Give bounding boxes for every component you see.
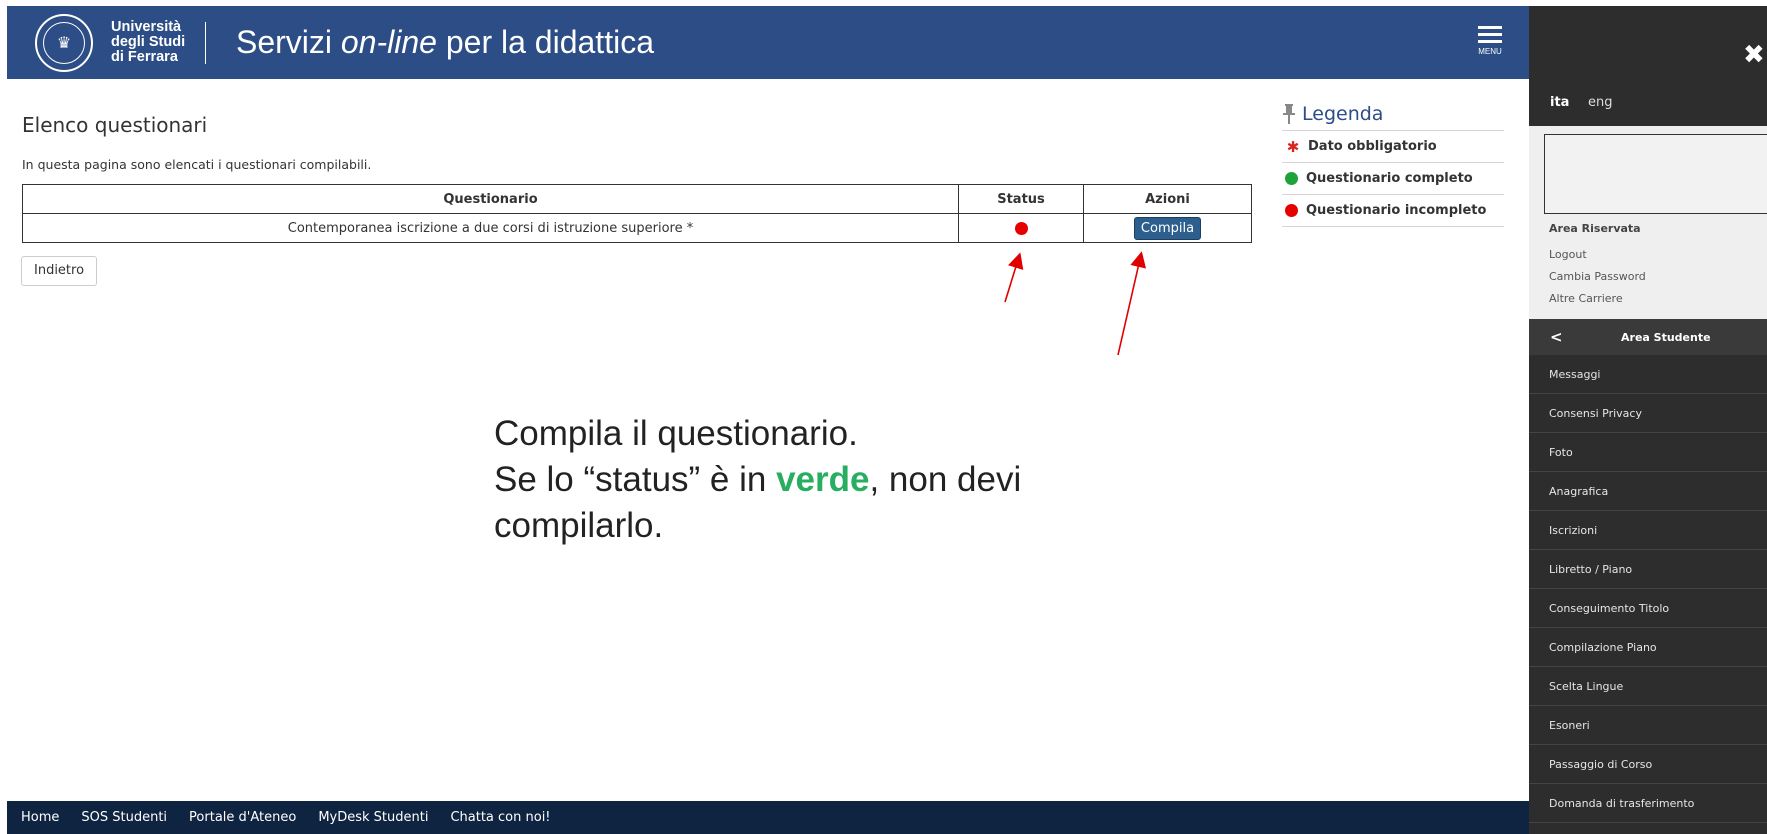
uni-name-line-3: di Ferrara (111, 49, 178, 65)
sidebar-item-conseguimento-titolo[interactable]: Conseguimento Titolo (1529, 589, 1767, 628)
pin-icon (1283, 104, 1295, 124)
instruction-highlight: verde (776, 460, 870, 499)
sidebar-item-label: Iscrizioni (1549, 523, 1598, 537)
close-icon[interactable]: ✖ (1743, 40, 1765, 70)
page-description: In questa pagina sono elencati i questio… (22, 157, 372, 172)
questionnaire-table: Questionario Status Azioni Contemporanea… (22, 184, 1252, 243)
back-button[interactable]: Indietro (21, 256, 98, 286)
legend-header: Legenda (1282, 98, 1504, 130)
sidebar-item-label: Conseguimento Titolo (1549, 601, 1670, 615)
footer-link-chatta[interactable]: Chatta con noi! (450, 810, 550, 825)
status-cell (958, 213, 1084, 243)
arrow-to-status (1004, 252, 1024, 303)
area-studente-title: Area Studente (1621, 330, 1711, 344)
legend-item-label: Questionario completo (1306, 171, 1473, 186)
sidebar-item-compilazione-piano[interactable]: Compilazione Piano (1529, 628, 1767, 667)
hamburger-icon-bar (1478, 40, 1502, 43)
compila-button[interactable]: Compila (1133, 216, 1202, 240)
sidebar-item-messaggi[interactable]: Messaggi (1529, 355, 1767, 394)
hamburger-icon-bar (1478, 33, 1502, 36)
lang-eng-link[interactable]: eng (1588, 95, 1613, 110)
page-title: Elenco questionari (22, 113, 208, 137)
table-row: Contemporanea iscrizione a due corsi di … (22, 213, 1252, 243)
legend-item-required: ✱ Dato obbligatorio (1282, 130, 1504, 162)
site-title-suffix: per la didattica (436, 24, 654, 60)
change-password-link[interactable]: Cambia Password (1549, 270, 1646, 283)
other-careers-link[interactable]: Altre Carriere (1549, 292, 1623, 305)
lang-ita-link[interactable]: ita (1550, 95, 1569, 110)
asterisk-icon: ✱ (1286, 137, 1300, 156)
sidebar-item-label: Libretto / Piano (1549, 562, 1633, 576)
sidebar-item-foto[interactable]: Foto (1529, 433, 1767, 472)
green-dot-icon (1285, 172, 1298, 185)
reserved-area-title: Area Riservata (1549, 222, 1641, 235)
site-title-prefix: Servizi (236, 24, 341, 60)
column-header-questionario: Questionario (22, 184, 959, 214)
questionnaire-name: Contemporanea iscrizione a due corsi di … (22, 213, 959, 243)
side-menu-panel: ✖ ita eng Area Riservata Logout Cambia P… (1529, 6, 1767, 834)
hamburger-icon (1478, 26, 1502, 29)
sidebar-item-label: Compilazione Piano (1549, 640, 1657, 654)
column-header-azioni: Azioni (1083, 184, 1252, 214)
uni-name-line-2: degli Studi (111, 34, 186, 50)
arrow-to-compila (1117, 251, 1147, 356)
sidebar-item-label: Passaggio di Corso (1549, 757, 1653, 771)
sidebar-item-scelta-lingue[interactable]: Scelta Lingue (1529, 667, 1767, 706)
header-divider (205, 22, 206, 64)
instruction-line-2-end: , non devi (869, 460, 1022, 499)
reserved-area-section: Area Riservata Logout Cambia Password Al… (1529, 126, 1767, 319)
table-header-row: Questionario Status Azioni (22, 184, 1252, 214)
sidebar-item-label: Foto (1549, 445, 1573, 459)
sidebar-item-iscrizioni[interactable]: Iscrizioni (1529, 511, 1767, 550)
legend-item-incomplete: Questionario incompleto (1282, 194, 1504, 227)
sidebar-item-passaggio-corso[interactable]: Passaggio di Corso (1529, 745, 1767, 784)
sidebar-item-consensi-privacy[interactable]: Consensi Privacy (1529, 394, 1767, 433)
footer-link-mydesk-studenti[interactable]: MyDesk Studenti (318, 810, 428, 825)
status-red-dot-icon (1014, 221, 1028, 235)
crown-icon: ♛ (43, 22, 85, 64)
actions-cell: Compila (1083, 213, 1252, 243)
sidebar-item-label: Messaggi (1549, 367, 1601, 381)
university-name: Università degli Studi di Ferrara (111, 20, 185, 65)
sidebar-item-domanda-trasferimento[interactable]: Domanda di trasferimento (1529, 784, 1767, 823)
sidebar-item-label: Domanda di trasferimento (1549, 796, 1695, 810)
user-info-box (1544, 134, 1767, 214)
column-header-status: Status (958, 184, 1084, 214)
instruction-note: Compila il questionario. Se lo “status” … (494, 411, 1021, 549)
footer-bar: Home SOS Studenti Portale d'Ateneo MyDes… (7, 801, 1529, 834)
sidebar-item-label: Esoneri (1549, 718, 1590, 732)
legend-panel: Legenda ✱ Dato obbligatorio Questionario… (1282, 98, 1504, 227)
header-bar: ♛ Università degli Studi di Ferrara Serv… (7, 6, 1529, 79)
uni-name-line-1: Università (111, 19, 182, 35)
footer-link-portale-ateneo[interactable]: Portale d'Ateneo (189, 810, 296, 825)
footer-link-home[interactable]: Home (21, 810, 59, 825)
area-studente-header[interactable]: < Area Studente (1529, 319, 1767, 355)
side-menu-top: ✖ ita eng (1529, 6, 1767, 126)
logout-link[interactable]: Logout (1549, 248, 1587, 261)
legend-title: Legenda (1302, 103, 1384, 125)
sidebar-item-label: Anagrafica (1549, 484, 1609, 498)
menu-label: MENU (1478, 47, 1502, 56)
sidebar-item-label: Scelta Lingue (1549, 679, 1624, 693)
menu-button[interactable]: MENU (1474, 26, 1506, 66)
site-title: Servizi on-line per la didattica (236, 24, 654, 61)
legend-item-label: Questionario incompleto (1306, 203, 1487, 218)
instruction-line-2: Se lo “status” è in verde, non devi (494, 457, 1021, 503)
instruction-line-2-start: Se lo “status” è in (494, 460, 777, 499)
instruction-line-1: Compila il questionario. (494, 414, 858, 453)
sidebar-item-esoneri[interactable]: Esoneri (1529, 706, 1767, 745)
university-seal-logo[interactable]: ♛ (35, 14, 93, 72)
footer-link-sos-studenti[interactable]: SOS Studenti (81, 810, 167, 825)
legend-item-complete: Questionario completo (1282, 162, 1504, 194)
site-title-italic: on-line (340, 24, 437, 60)
instruction-line-3: compilarlo. (494, 506, 664, 545)
legend-item-label: Dato obbligatorio (1308, 139, 1437, 154)
sidebar-item-anagrafica[interactable]: Anagrafica (1529, 472, 1767, 511)
sidebar-item-libretto-piano[interactable]: Libretto / Piano (1529, 550, 1767, 589)
chevron-left-icon: < (1550, 328, 1563, 346)
sidebar-item-label: Consensi Privacy (1549, 406, 1642, 420)
red-dot-icon (1285, 204, 1298, 217)
